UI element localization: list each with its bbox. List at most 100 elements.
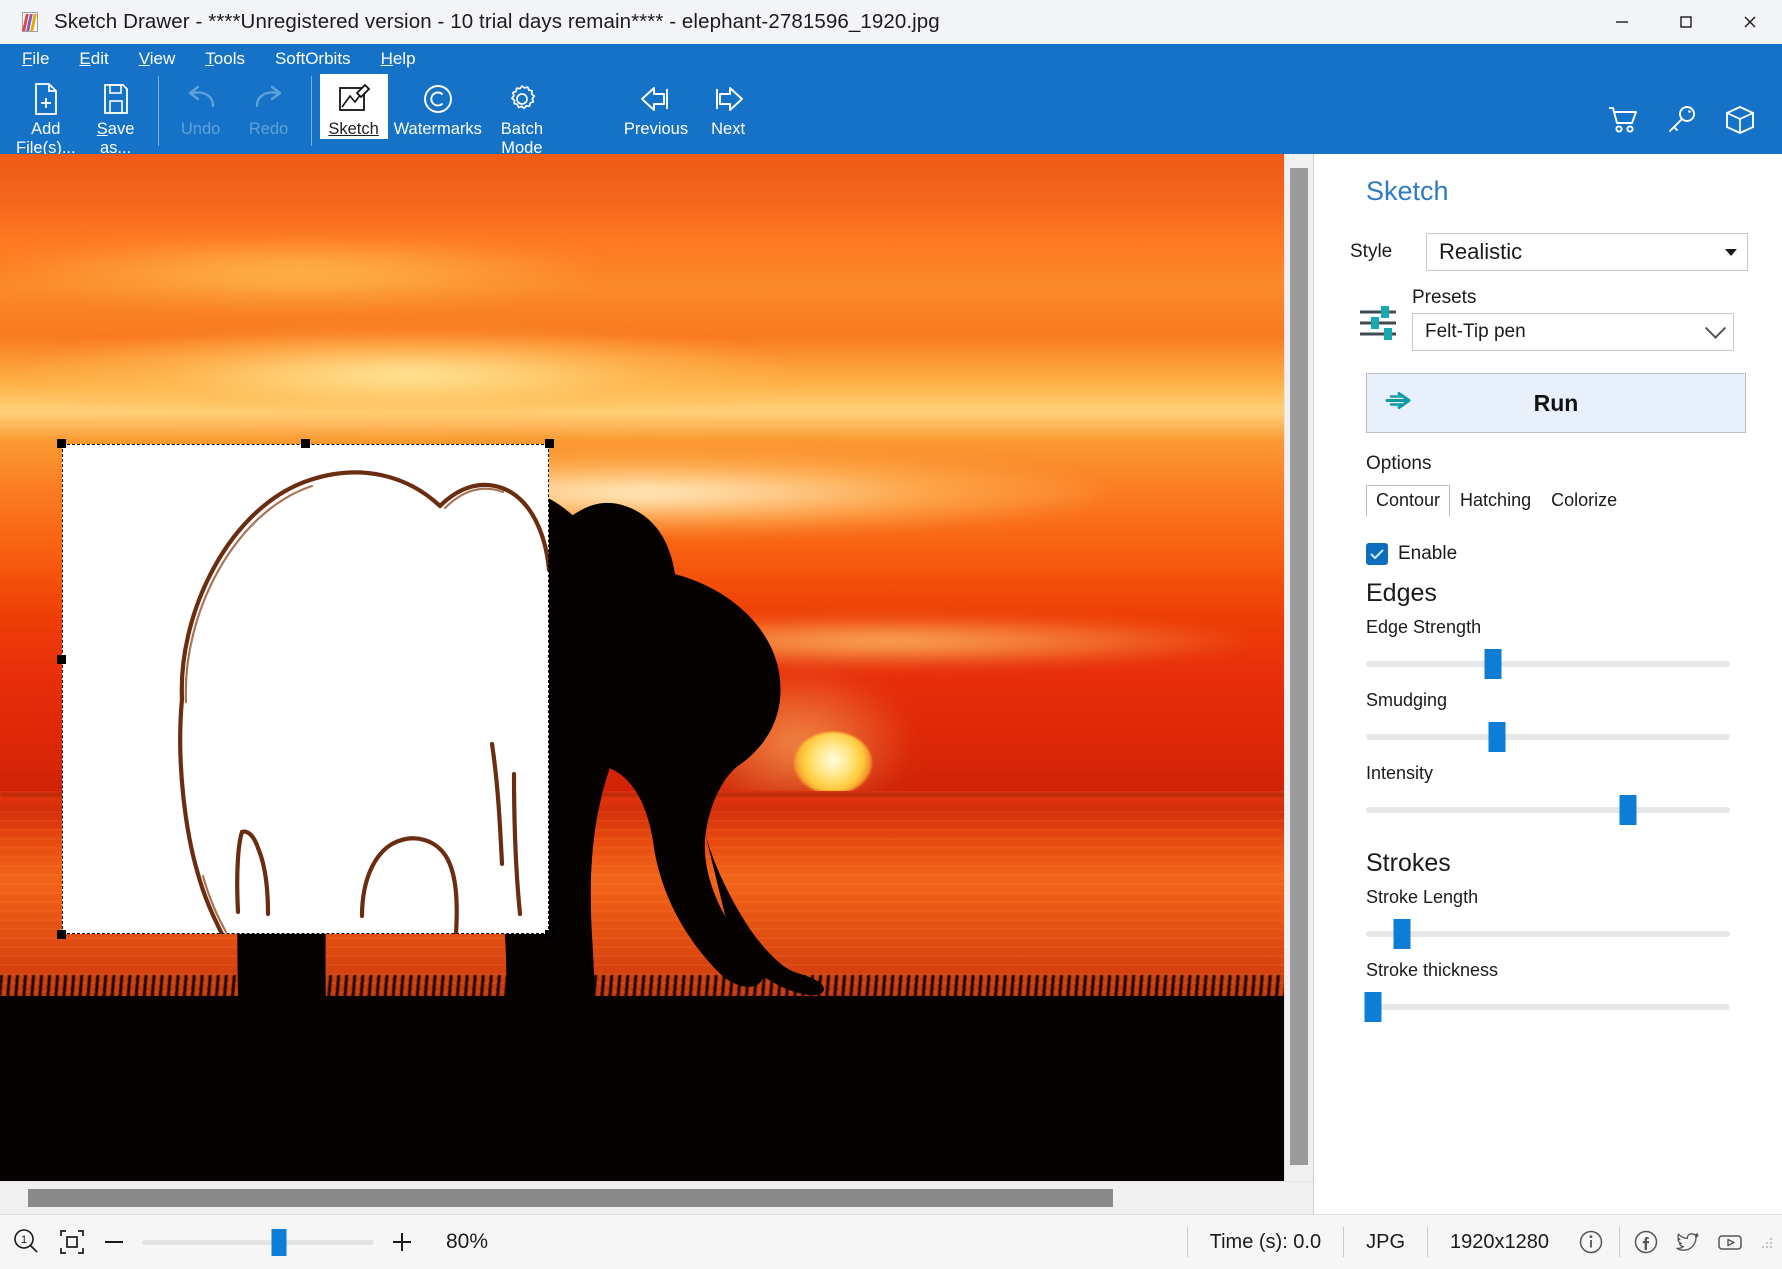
run-arrow-icon [1385,390,1421,417]
cart-icon[interactable] [1604,100,1644,140]
menu-softorbits[interactable]: SoftOrbits [271,47,355,71]
slider-thumb[interactable] [1364,992,1382,1022]
redo-button[interactable]: Redo [235,74,303,139]
slider-track [1366,931,1730,937]
run-label: Run [1533,389,1579,416]
sketch-options-panel: Sketch Style Realistic Presets Felt-Tip … [1313,154,1782,1214]
enable-checkbox[interactable] [1366,543,1388,565]
toolbar-separator-2 [310,76,312,146]
run-button[interactable]: Run [1366,373,1746,433]
batch-mode-label: Batch Mode [500,120,543,157]
presets-label: Presets [1412,287,1477,308]
key-icon[interactable] [1662,100,1702,140]
minimize-button[interactable] [1590,0,1654,44]
presets-value: Felt-Tip pen [1425,321,1526,342]
twitter-icon[interactable] [1668,1222,1708,1262]
sliders-icon [1350,295,1406,351]
selection-dashed-border [62,444,549,934]
fit-to-window-icon[interactable] [52,1222,92,1262]
app-icon [20,11,42,33]
horizontal-scroll-thumb[interactable] [28,1189,1113,1207]
slider-track [1366,1004,1730,1010]
slider-thumb[interactable] [1393,919,1411,949]
slider-track [1366,661,1730,667]
watermarks-button[interactable]: Watermarks [388,74,488,139]
resize-grip[interactable] [1758,1234,1774,1250]
slider-thumb[interactable] [1488,722,1506,752]
info-icon[interactable] [1571,1222,1611,1262]
next-button[interactable]: Next [694,74,762,139]
tab-colorize[interactable]: Colorize [1541,485,1627,517]
youtube-icon[interactable] [1710,1222,1750,1262]
cloud-bright-left [26,328,788,421]
menu-view[interactable]: View [135,47,180,71]
sketch-preview-selection[interactable] [57,439,554,939]
facebook-icon[interactable] [1626,1222,1666,1262]
tab-contour[interactable]: Contour [1366,485,1451,517]
presets-field: Presets Felt-Tip pen [1412,287,1734,351]
edges-section-heading: Edges [1366,579,1437,607]
add-file-icon [31,78,61,120]
strokes-section-heading: Strokes [1366,849,1451,877]
selection-handle-bottom-right[interactable] [545,930,554,939]
slider-thumb[interactable] [1484,649,1502,679]
previous-label: Previous [623,120,689,138]
enable-checkbox-row[interactable]: Enable [1314,543,1782,565]
selection-handle-middle-left[interactable] [57,654,66,664]
enable-label: Enable [1398,543,1458,564]
save-icon [101,78,131,120]
edge-strength-slider[interactable] [1366,647,1730,681]
smudging-slider[interactable] [1366,720,1730,754]
selection-handle-bottom-left[interactable] [57,930,66,939]
smudging-label: Smudging [1366,690,1448,710]
sketch-drawer-window: Sketch Drawer - ****Unregistered version… [0,0,1782,1269]
presets-row: Presets Felt-Tip pen [1314,287,1782,351]
add-files-button[interactable]: Add File(s)... [10,74,82,158]
menu-edit[interactable]: Edit [75,47,112,71]
canvas-horizontal-scrollbar[interactable] [0,1181,1313,1214]
options-tabs: Contour Hatching Colorize [1314,485,1782,517]
time-status: Time (s): 0.0 [1186,1227,1344,1257]
previous-button[interactable]: Previous [618,74,694,139]
svg-text:1: 1 [21,1234,27,1246]
save-as-button[interactable]: Save as... [82,74,150,158]
undo-button[interactable]: Undo [167,74,235,139]
batch-mode-button[interactable]: Batch Mode [488,74,556,158]
title-bar: Sketch Drawer - ****Unregistered version… [0,0,1782,44]
cloud-upper [0,236,604,309]
zoom-slider-track [142,1240,374,1245]
vertical-scroll-thumb[interactable] [1290,168,1308,1165]
image-canvas[interactable] [0,154,1313,1181]
selection-handle-top-center[interactable] [300,439,310,448]
zoom-slider[interactable] [142,1222,374,1262]
zoom-out-button[interactable] [92,1222,136,1262]
close-button[interactable] [1718,0,1782,44]
next-arrow-icon [708,78,748,120]
stroke-length-slider[interactable] [1366,917,1730,951]
menu-help[interactable]: Help [377,47,420,71]
selection-handle-top-left[interactable] [57,439,66,448]
zoom-in-button[interactable] [380,1222,424,1262]
redo-label: Redo [248,120,289,138]
undo-label: Undo [180,120,221,138]
edge-strength-label: Edge Strength [1366,617,1482,637]
style-label: Style [1350,241,1393,262]
sketch-button[interactable]: Sketch [319,74,388,139]
zoom-slider-thumb[interactable] [271,1229,287,1256]
watermarks-label: Watermarks [393,120,482,138]
zoom-actual-size-icon[interactable]: 1 [6,1222,46,1262]
window-controls [1590,0,1782,44]
slider-track [1366,807,1730,813]
selection-handle-top-right[interactable] [545,439,554,448]
maximize-button[interactable] [1654,0,1718,44]
slider-thumb[interactable] [1619,795,1637,825]
style-dropdown[interactable]: Realistic [1426,233,1748,271]
intensity-slider[interactable] [1366,793,1730,827]
menu-file[interactable]: File [18,47,53,71]
menu-tools[interactable]: Tools [201,47,249,71]
box-icon[interactable] [1720,100,1760,140]
canvas-vertical-scrollbar[interactable] [1284,154,1313,1181]
tab-hatching[interactable]: Hatching [1450,485,1541,517]
presets-dropdown[interactable]: Felt-Tip pen [1412,313,1734,351]
stroke-thickness-slider[interactable] [1364,990,1730,1024]
